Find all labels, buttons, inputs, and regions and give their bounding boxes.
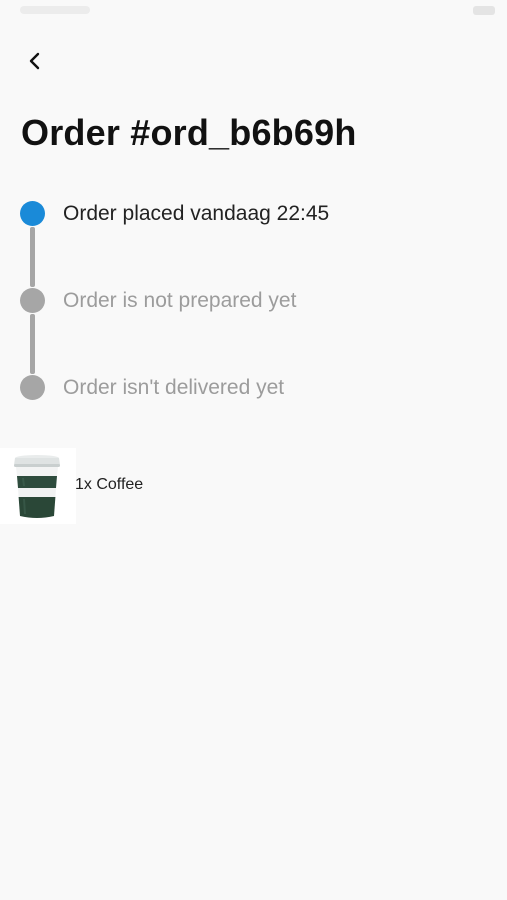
- timeline-step-prepared: Order is not prepared yet: [20, 287, 480, 313]
- coffee-cup-icon: [14, 455, 60, 518]
- status-bar: [0, 0, 507, 20]
- chevron-left-icon: [29, 52, 40, 70]
- order-item: 1x Coffee: [0, 448, 300, 524]
- back-button[interactable]: [18, 44, 52, 78]
- battery-icon: [473, 6, 495, 15]
- timeline-step-label: Order isn't delivered yet: [63, 376, 285, 399]
- timeline-connector: [30, 314, 35, 374]
- status-bar-time: [20, 6, 90, 14]
- status-dot-active-icon: [20, 201, 45, 226]
- timeline-step-label: Order is not prepared yet: [63, 289, 297, 312]
- item-label: 1x Coffee: [75, 476, 144, 493]
- item-image: [0, 448, 76, 524]
- timeline-connector: [30, 227, 35, 287]
- timeline-step-label: Order placed vandaag 22:45: [63, 202, 330, 225]
- timeline-step-delivered: Order isn't delivered yet: [20, 374, 480, 400]
- status-dot-pending-icon: [20, 288, 45, 313]
- page-title: Order #ord_b6b69h: [21, 112, 357, 153]
- timeline-step-placed: Order placed vandaag 22:45: [20, 200, 480, 226]
- status-dot-pending-icon: [20, 375, 45, 400]
